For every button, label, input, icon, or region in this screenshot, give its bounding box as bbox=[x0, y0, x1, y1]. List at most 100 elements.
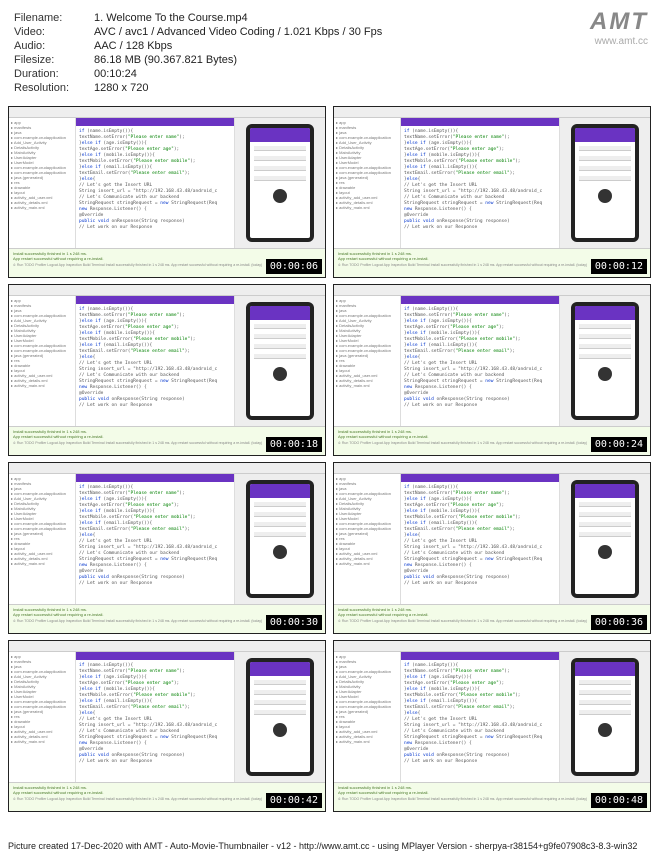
thumbnail-grid: ▸ app▸ manifests▸ java▸ com.example.crud… bbox=[0, 102, 660, 816]
filename-label: Filename: bbox=[14, 12, 94, 24]
input-field bbox=[254, 334, 306, 339]
ide-toolbar bbox=[9, 285, 325, 296]
phone-frame bbox=[571, 658, 639, 776]
app-bar bbox=[575, 306, 635, 320]
footer-text: Picture created 17-Dec-2020 with AMT - A… bbox=[0, 838, 660, 854]
video-label: Video: bbox=[14, 26, 94, 38]
phone-frame bbox=[246, 302, 314, 420]
project-tree: ▸ app▸ manifests▸ java▸ com.example.crud… bbox=[9, 474, 76, 604]
input-field bbox=[254, 324, 306, 329]
ide-toolbar bbox=[9, 107, 325, 118]
audio-value: AAC / 128 Kbps bbox=[94, 40, 172, 52]
emulator-panel bbox=[234, 652, 325, 782]
duration-label: Duration: bbox=[14, 68, 94, 80]
phone-frame bbox=[246, 658, 314, 776]
resolution-label: Resolution: bbox=[14, 82, 94, 94]
fab-button bbox=[598, 723, 612, 737]
timestamp-badge: 00:00:48 bbox=[591, 793, 647, 808]
code-editor: if (name.isEmpty()){ textName.setError("… bbox=[76, 652, 234, 782]
fab-button bbox=[273, 545, 287, 559]
input-field bbox=[254, 166, 306, 171]
input-field bbox=[254, 690, 306, 695]
app-bar bbox=[250, 662, 310, 676]
input-field bbox=[254, 532, 306, 537]
input-field bbox=[254, 502, 306, 507]
timestamp-badge: 00:00:18 bbox=[266, 437, 322, 452]
input-field bbox=[579, 690, 631, 695]
app-bar bbox=[250, 306, 310, 320]
input-field bbox=[579, 334, 631, 339]
resolution-value: 1280 x 720 bbox=[94, 82, 148, 94]
input-field bbox=[254, 710, 306, 715]
input-field bbox=[579, 700, 631, 705]
fab-button bbox=[598, 545, 612, 559]
input-field bbox=[254, 146, 306, 151]
emulator-panel bbox=[559, 118, 650, 248]
input-field bbox=[254, 176, 306, 181]
project-tree: ▸ app▸ manifests▸ java▸ com.example.crud… bbox=[334, 296, 401, 426]
ide-toolbar bbox=[9, 463, 325, 474]
input-field bbox=[579, 512, 631, 517]
project-tree: ▸ app▸ manifests▸ java▸ com.example.crud… bbox=[9, 296, 76, 426]
code-editor: if (name.isEmpty()){ textName.setError("… bbox=[76, 118, 234, 248]
phone-frame bbox=[571, 124, 639, 242]
timestamp-badge: 00:00:12 bbox=[591, 259, 647, 274]
editor-tab-bar bbox=[401, 474, 559, 482]
input-field bbox=[579, 146, 631, 151]
phone-frame bbox=[246, 480, 314, 598]
thumbnail: ▸ app▸ manifests▸ java▸ com.example.crud… bbox=[8, 462, 326, 634]
project-tree: ▸ app▸ manifests▸ java▸ com.example.crud… bbox=[9, 118, 76, 248]
audio-label: Audio: bbox=[14, 40, 94, 52]
thumbnail: ▸ app▸ manifests▸ java▸ com.example.crud… bbox=[333, 640, 651, 812]
code-editor: if (name.isEmpty()){ textName.setError("… bbox=[401, 118, 559, 248]
project-tree: ▸ app▸ manifests▸ java▸ com.example.crud… bbox=[9, 652, 76, 782]
app-bar bbox=[575, 662, 635, 676]
emulator-panel bbox=[559, 474, 650, 604]
phone-frame bbox=[246, 124, 314, 242]
timestamp-badge: 00:00:24 bbox=[591, 437, 647, 452]
input-field bbox=[254, 354, 306, 359]
app-bar bbox=[250, 128, 310, 142]
thumbnail: ▸ app▸ manifests▸ java▸ com.example.crud… bbox=[333, 462, 651, 634]
phone-frame bbox=[571, 480, 639, 598]
timestamp-badge: 00:00:42 bbox=[266, 793, 322, 808]
filesize-value: 86.18 MB (90.367.821 Bytes) bbox=[94, 54, 237, 66]
fab-button bbox=[273, 367, 287, 381]
emulator-panel bbox=[234, 474, 325, 604]
emulator-panel bbox=[559, 652, 650, 782]
fab-button bbox=[598, 189, 612, 203]
code-editor: if (name.isEmpty()){ textName.setError("… bbox=[401, 474, 559, 604]
ide-toolbar bbox=[334, 107, 650, 118]
editor-tab-bar bbox=[76, 474, 234, 482]
input-field bbox=[254, 680, 306, 685]
code-editor: if (name.isEmpty()){ textName.setError("… bbox=[401, 296, 559, 426]
thumbnail: ▸ app▸ manifests▸ java▸ com.example.crud… bbox=[333, 284, 651, 456]
editor-tab-bar bbox=[401, 296, 559, 304]
input-field bbox=[579, 324, 631, 329]
app-bar bbox=[250, 484, 310, 498]
metadata-panel: Filename:1. Welcome To the Course.mp4 Vi… bbox=[0, 0, 660, 102]
input-field bbox=[579, 156, 631, 161]
thumbnail: ▸ app▸ manifests▸ java▸ com.example.crud… bbox=[333, 106, 651, 278]
timestamp-badge: 00:00:36 bbox=[591, 615, 647, 630]
watermark-url: www.amt.cc bbox=[590, 36, 648, 47]
input-field bbox=[254, 522, 306, 527]
thumbnail: ▸ app▸ manifests▸ java▸ com.example.crud… bbox=[8, 640, 326, 812]
input-field bbox=[579, 166, 631, 171]
project-tree: ▸ app▸ manifests▸ java▸ com.example.crud… bbox=[334, 474, 401, 604]
input-field bbox=[579, 710, 631, 715]
editor-tab-bar bbox=[76, 652, 234, 660]
input-field bbox=[579, 532, 631, 537]
emulator-panel bbox=[559, 296, 650, 426]
emulator-panel bbox=[234, 296, 325, 426]
emulator-panel bbox=[234, 118, 325, 248]
filename-value: 1. Welcome To the Course.mp4 bbox=[94, 12, 248, 24]
editor-tab-bar bbox=[401, 652, 559, 660]
ide-toolbar bbox=[334, 463, 650, 474]
timestamp-badge: 00:00:30 bbox=[266, 615, 322, 630]
thumbnail: ▸ app▸ manifests▸ java▸ com.example.crud… bbox=[8, 106, 326, 278]
duration-value: 00:10:24 bbox=[94, 68, 137, 80]
timestamp-badge: 00:00:06 bbox=[266, 259, 322, 274]
ide-toolbar bbox=[9, 641, 325, 652]
input-field bbox=[579, 344, 631, 349]
